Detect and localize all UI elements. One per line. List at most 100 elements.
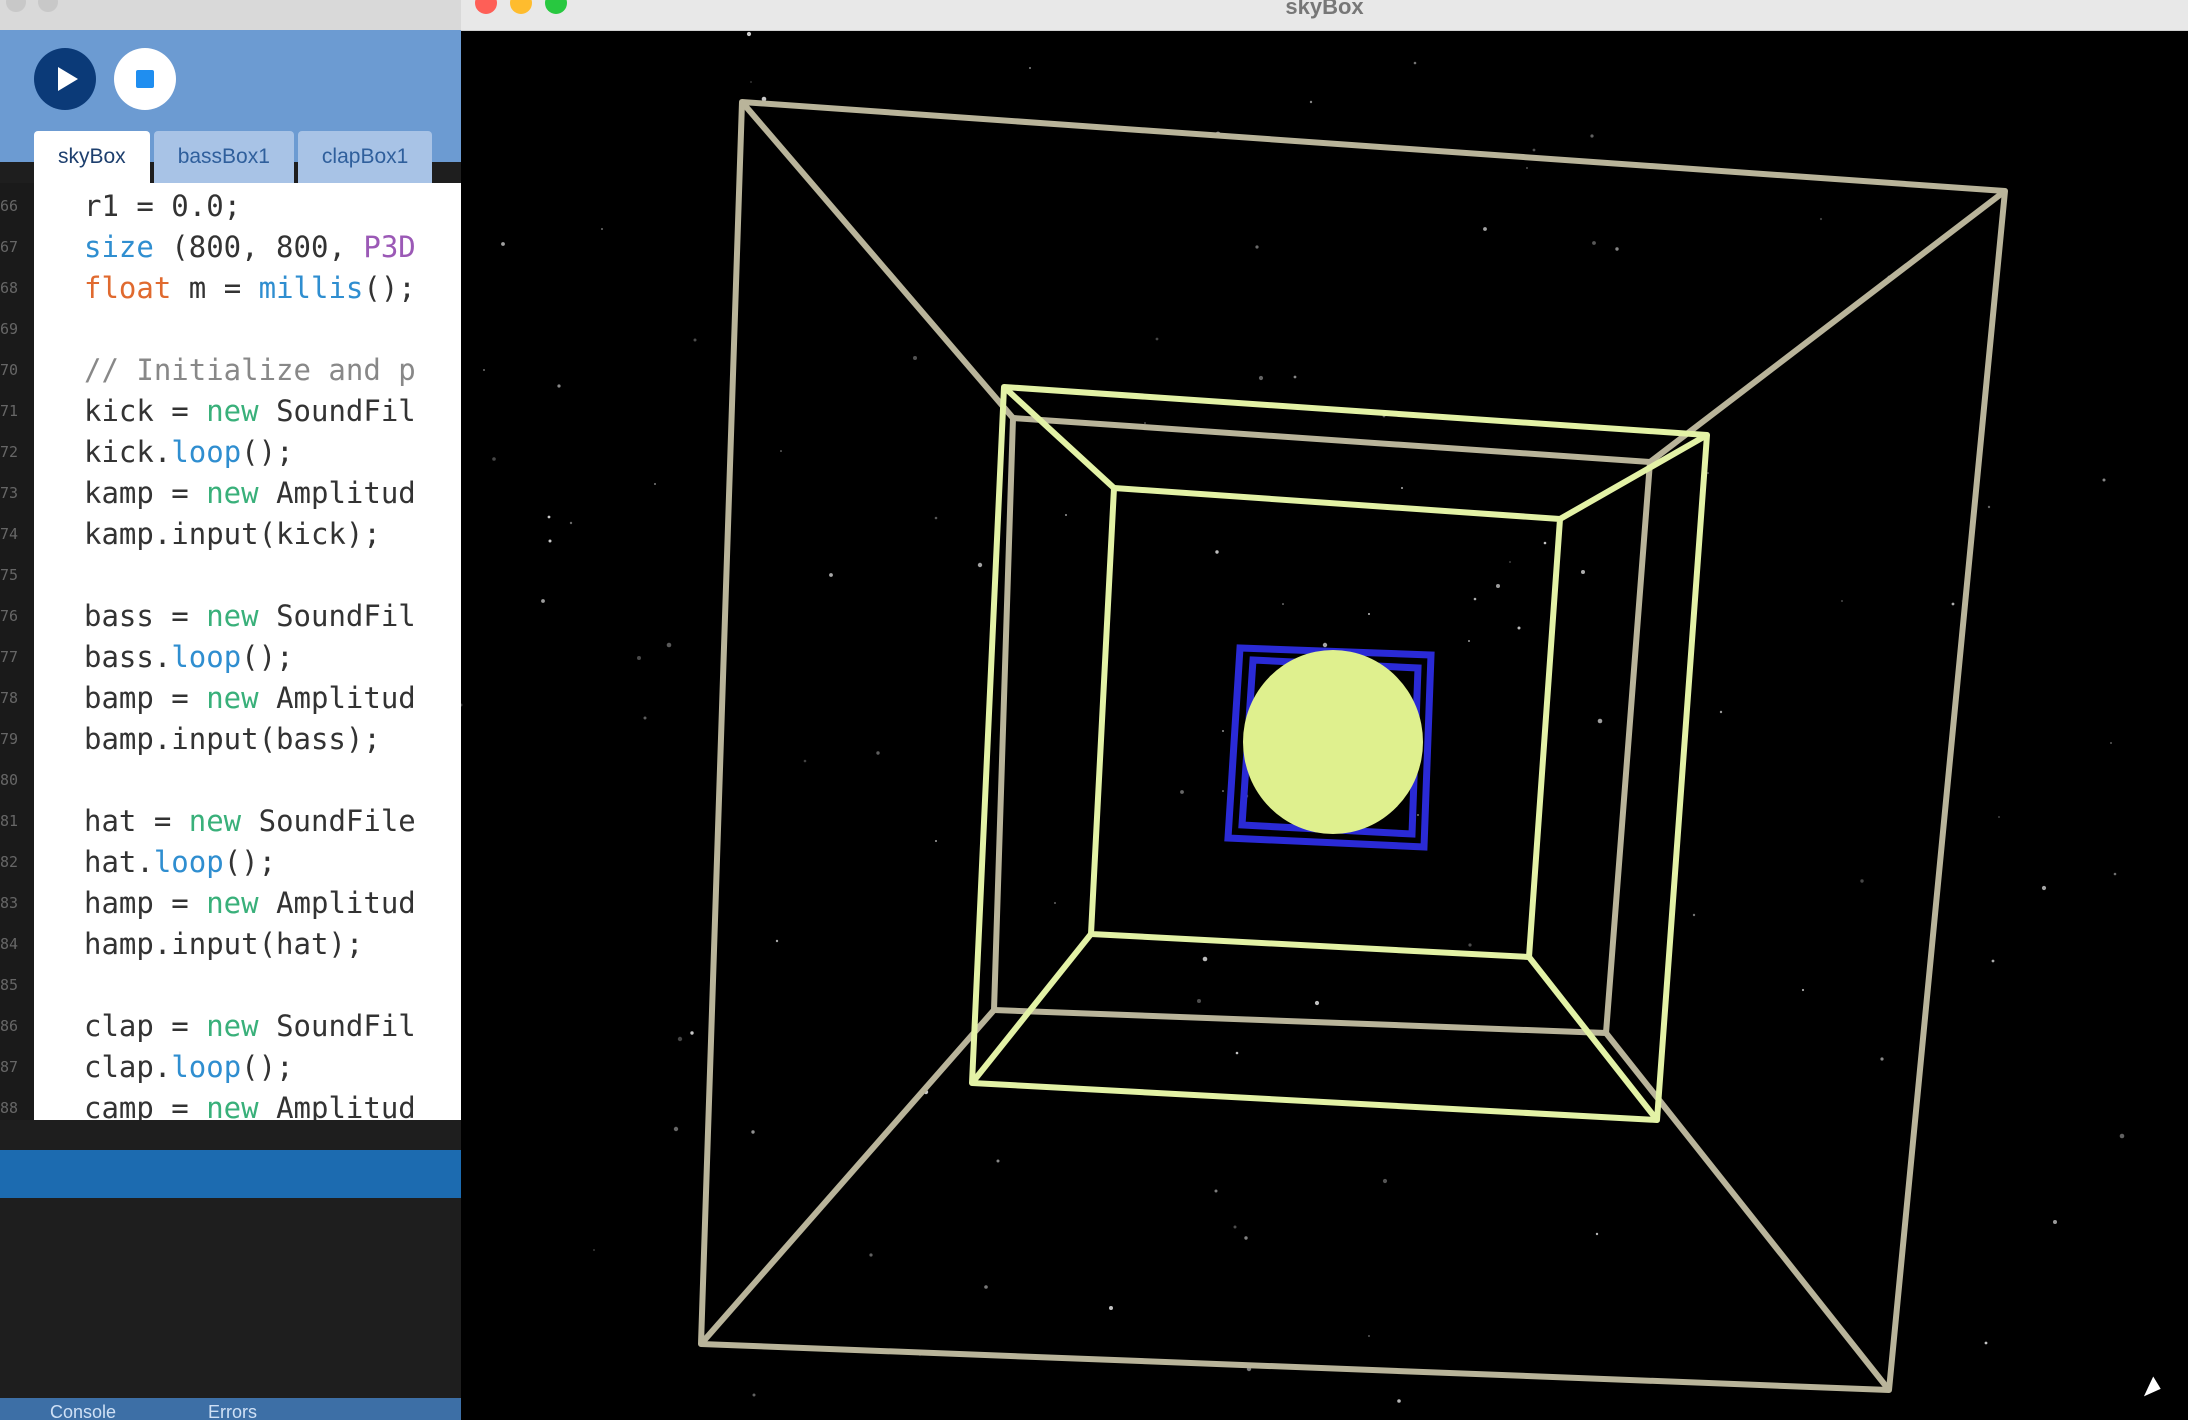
code-token: bamp = [84, 681, 207, 715]
star [2102, 478, 2106, 482]
tab-skybox[interactable]: skyBox [34, 131, 150, 183]
line-number: 70 [0, 361, 19, 379]
processing-ide: skyBox bassBox1 clapBox1 66 67 68 69 70 71 72 7… [0, 0, 461, 1420]
star [780, 450, 782, 452]
code-token: loop [171, 1050, 242, 1084]
console-area [0, 1198, 461, 1398]
line-number-gutter: 66 67 68 69 70 71 72 73 74 75 76 77 78 79 80 81 82 83 84 85… [0, 183, 34, 1120]
code-token: // Initialize and p [84, 353, 416, 387]
code-token: SoundFile [241, 804, 416, 838]
tab-console[interactable]: Console [50, 1402, 116, 1420]
star [1029, 67, 1031, 69]
star [1054, 902, 1056, 904]
code-line: bass.loop(); [84, 640, 294, 674]
code-token: new [206, 681, 259, 715]
star [1368, 613, 1370, 615]
line-number: 76 [0, 607, 19, 625]
star [1215, 550, 1219, 554]
code-line: hat = new SoundFile [84, 804, 416, 838]
line-number: 80 [0, 771, 19, 789]
star [637, 656, 641, 660]
star [1597, 718, 1603, 724]
inner-edge [1558, 432, 1709, 522]
star [483, 369, 485, 371]
star [673, 1126, 679, 1132]
inner-edge [969, 932, 1094, 1085]
code-line: hat.loop(); [84, 845, 276, 879]
console-tab-bar: Console Errors [0, 1398, 461, 1420]
code-line: kick.loop(); [84, 435, 294, 469]
tab-bassbox1[interactable]: bassBox1 [153, 131, 294, 183]
line-number: 84 [0, 935, 19, 953]
code-token: (); [241, 640, 294, 674]
code-token: float [84, 271, 172, 305]
star [1987, 505, 1991, 509]
code-token: (800, 800, [153, 230, 364, 264]
star [1244, 1236, 1248, 1240]
code-line: clap = new SoundFil [84, 1009, 416, 1043]
code-token: hat. [84, 845, 154, 879]
tab-clapbox1[interactable]: clapBox1 [297, 131, 433, 183]
line-number: 85 [0, 976, 19, 994]
code-line: hamp = new Amplitud [84, 886, 416, 920]
star [935, 840, 937, 842]
code-token: P3D [363, 230, 416, 264]
star [1595, 1232, 1599, 1236]
outer-edge [1648, 188, 2007, 465]
run-button[interactable] [34, 48, 96, 110]
star [984, 1285, 988, 1289]
line-number: 83 [0, 894, 19, 912]
code-token: new [206, 394, 259, 428]
code-token: SoundFil [258, 1009, 416, 1043]
code-token: new [206, 886, 259, 920]
inner-edge [1001, 384, 1117, 491]
star [461, 703, 463, 707]
star [593, 1249, 595, 1251]
line-number: 74 [0, 525, 19, 543]
line-number: 75 [0, 566, 19, 584]
code-editor[interactable]: r1 = 0.0; size (800, 800, P3D float m = mi… [34, 183, 461, 1120]
star [1590, 134, 1594, 138]
star [1401, 487, 1403, 489]
sphere [1243, 650, 1423, 834]
code-token: new [206, 599, 259, 633]
code-token: millis [258, 271, 364, 305]
star [1214, 1189, 1218, 1193]
star [746, 31, 752, 37]
ide-titlebar [0, 0, 461, 30]
star [913, 356, 917, 360]
star [601, 228, 603, 230]
inner-edge [1526, 955, 1660, 1122]
code-token: new [206, 476, 259, 510]
line-number: 78 [0, 689, 19, 707]
code-token: Amplitud [258, 1091, 416, 1120]
code-token: (); [363, 271, 416, 305]
stop-button[interactable] [114, 48, 176, 110]
ide-close-light[interactable] [6, 0, 26, 12]
outer-edge [1603, 1031, 1892, 1392]
star [1397, 1399, 1401, 1403]
code-token: new [188, 804, 242, 838]
code-token: new [206, 1009, 259, 1043]
ide-minimize-light[interactable] [38, 0, 58, 12]
code-line: camp = new Amplitud [84, 1091, 416, 1120]
star [2119, 1133, 2125, 1139]
star [2113, 872, 2117, 876]
line-number: 72 [0, 443, 19, 461]
line-number: 69 [0, 320, 19, 338]
line-number: 81 [0, 812, 19, 830]
star [1526, 167, 1528, 169]
star [1719, 710, 1723, 714]
star [996, 1159, 1000, 1163]
code-line: kick = new SoundFil [84, 394, 416, 428]
line-number: 68 [0, 279, 19, 297]
render-canvas [461, 31, 2125, 1403]
code-token: camp = [84, 1091, 207, 1120]
code-line: kamp = new Amplitud [84, 476, 416, 510]
code-token: loop [171, 435, 242, 469]
code-line: bass = new SoundFil [84, 599, 416, 633]
star [690, 1031, 694, 1035]
star [1258, 375, 1264, 381]
star [1592, 241, 1596, 245]
tab-errors[interactable]: Errors [208, 1402, 257, 1420]
